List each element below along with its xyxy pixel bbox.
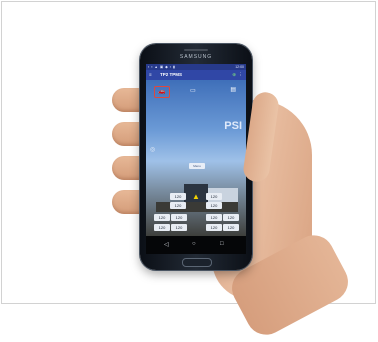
pressure-unit-label: PSI — [224, 120, 242, 132]
recent-apps-icon[interactable]: □ — [220, 241, 224, 247]
road — [156, 202, 238, 212]
sensor-icon: ◎ — [150, 147, 156, 153]
tpms-dashboard: 🚗 ▭ ▤ PSI ◎ Menu ▲ 120 120 120 120 120 1… — [146, 80, 246, 236]
warning-icon: ▲ — [192, 192, 200, 201]
tire-pressure[interactable]: 120 — [223, 224, 239, 231]
add-icon[interactable]: ⊕ — [232, 70, 236, 80]
home-icon[interactable]: ○ — [192, 241, 196, 247]
overflow-menu-icon[interactable]: ⋮ — [239, 70, 244, 80]
tire-pressure[interactable]: 120 — [170, 202, 186, 209]
tire-pressure[interactable]: 120 — [171, 224, 187, 231]
android-nav-bar: ◁ ○ □ — [146, 236, 246, 254]
phone-screen: ▪ ▪ ▲ ▣ ◆ ▪ ▮ 12:00 ≡ TP2 TPMS ⊕ ⋮ 🚗 ▭ ▤… — [146, 64, 246, 254]
truck-icon[interactable]: ▤ — [230, 86, 236, 93]
app-title: TP2 TPMS — [160, 72, 183, 77]
car-icon[interactable]: 🚗 — [154, 86, 170, 98]
earpiece-speaker — [184, 49, 208, 51]
tire-pressure[interactable]: 120 — [206, 202, 222, 209]
smartphone: SAMSUNG ▪ ▪ ▲ ▣ ◆ ▪ ▮ 12:00 ≡ TP2 TPMS ⊕… — [140, 44, 252, 270]
app-bar: ≡ TP2 TPMS ⊕ ⋮ — [146, 70, 246, 80]
physical-home-button[interactable] — [182, 258, 212, 267]
tab-icon[interactable]: ▭ — [190, 87, 196, 94]
tire-pressure[interactable]: 120 — [171, 214, 187, 221]
tire-pressure[interactable]: 120 — [154, 224, 170, 231]
tire-pressure[interactable]: 120 — [206, 214, 222, 221]
tire-pressure[interactable]: 120 — [154, 214, 170, 221]
phone-brand: SAMSUNG — [179, 54, 213, 60]
menu-button[interactable]: Menu — [189, 163, 205, 169]
tire-pressure[interactable]: 120 — [206, 224, 222, 231]
tire-pressure[interactable]: 120 — [223, 214, 239, 221]
menu-icon[interactable]: ≡ — [149, 70, 152, 80]
tire-pressure[interactable]: 120 — [170, 193, 186, 200]
tire-pressure[interactable]: 120 — [206, 193, 222, 200]
back-icon[interactable]: ◁ — [164, 241, 169, 248]
